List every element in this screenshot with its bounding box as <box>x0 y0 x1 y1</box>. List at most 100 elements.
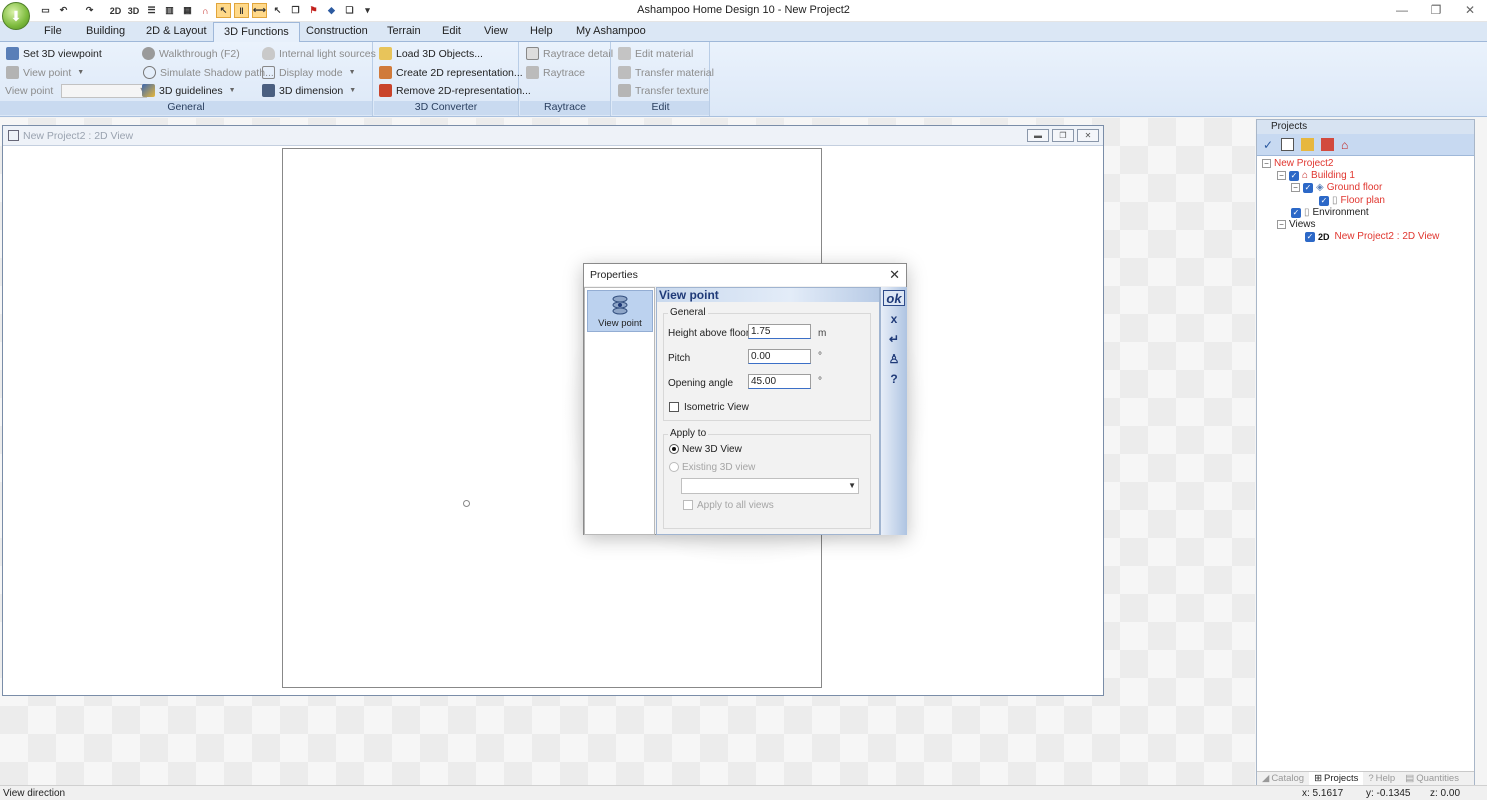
status-message: View direction <box>3 788 66 799</box>
tree-views[interactable]: − Views <box>1277 219 1316 230</box>
ok-button[interactable]: ok <box>883 290 905 306</box>
edit-material-button[interactable]: Edit material <box>618 47 693 60</box>
new-3d-view-radio[interactable] <box>669 444 679 454</box>
pitch-input[interactable]: 0.00 <box>748 349 811 364</box>
tree-floor[interactable]: − ✓ ◈ Ground floor <box>1291 182 1382 193</box>
existing-view-select[interactable]: ▼ <box>681 478 859 494</box>
minimize-icon[interactable]: — <box>1385 0 1419 20</box>
3d-guidelines-button[interactable]: 3D guidelines ▼ <box>142 84 236 97</box>
doc-close-icon[interactable]: ✕ <box>1077 129 1099 142</box>
document-icon <box>8 130 19 141</box>
group-label-raytrace: Raytrace <box>520 101 610 115</box>
ribbon-group-general: Set 3D viewpoint View point ▼ View point … <box>0 42 376 116</box>
tab-help-panel[interactable]: ? Help <box>1363 772 1400 785</box>
tab-edit[interactable]: Edit <box>438 25 465 37</box>
tab-view[interactable]: View <box>480 25 512 37</box>
apply-all-checkbox[interactable] <box>683 500 693 510</box>
dialog-category-list: View point <box>584 287 655 535</box>
window-title: Ashampoo Home Design 10 - New Project2 <box>637 4 850 16</box>
apply-enter-icon[interactable]: ↵ <box>883 331 905 347</box>
tab-projects[interactable]: ⊞ Projects <box>1309 772 1364 785</box>
tree-project[interactable]: − New Project2 <box>1262 158 1333 169</box>
view-point-select[interactable]: ▾ <box>61 84 148 98</box>
dialog-heading: View point <box>657 288 879 302</box>
tab-2d-layout[interactable]: 2D & Layout <box>142 25 211 37</box>
3d-dimension-button[interactable]: 3D dimension ▼ <box>262 84 356 97</box>
tab-building[interactable]: Building <box>82 25 129 37</box>
height-input[interactable]: 1.75 <box>748 324 811 339</box>
collapse-icon[interactable]: − <box>1277 220 1286 229</box>
collapse-icon[interactable]: − <box>1262 159 1271 168</box>
checkbox-checked-icon[interactable]: ✓ <box>1319 195 1329 206</box>
existing-3d-view-radio[interactable] <box>669 462 679 472</box>
clock-icon <box>143 66 156 79</box>
delete-icon[interactable] <box>1321 138 1334 151</box>
panel-title: Projects <box>1257 120 1474 134</box>
load-3d-objects-button[interactable]: Load 3D Objects... <box>379 47 483 60</box>
isometric-label: Isometric View <box>684 402 749 413</box>
folder-add-icon[interactable] <box>1301 138 1314 151</box>
walkthrough-button[interactable]: Walkthrough (F2) <box>142 47 240 60</box>
restore-icon[interactable]: ❐ <box>1419 0 1453 20</box>
help-question-icon[interactable]: ? <box>883 371 905 387</box>
tree-view-2d[interactable]: ✓ 2D New Project2 : 2D View <box>1305 231 1439 242</box>
collapse-icon[interactable]: − <box>1277 171 1286 180</box>
collapse-icon[interactable]: − <box>1291 183 1300 192</box>
document-window-controls: ▬ ❐ ✕ <box>1027 129 1099 142</box>
create-2d-representation-button[interactable]: Create 2D representation... <box>379 66 523 79</box>
transfer-material-button[interactable]: Transfer material <box>618 66 714 79</box>
set-3d-viewpoint-button[interactable]: Set 3D viewpoint <box>6 47 102 60</box>
panel-tabs: ◢ Catalog ⊞ Projects ? Help ▤ Quantities <box>1257 771 1474 785</box>
window-controls: — ❐ ✕ <box>1385 0 1487 20</box>
tree-environment[interactable]: ✓ ▯ Environment <box>1291 207 1369 218</box>
raytrace-detail-button[interactable]: Raytrace detail <box>526 47 613 60</box>
checkbox-checked-icon[interactable]: ✓ <box>1291 207 1301 218</box>
projects-panel-title: Projects <box>1271 121 1308 132</box>
tab-catalog[interactable]: ◢ Catalog <box>1257 772 1309 785</box>
material-icon <box>618 47 631 60</box>
view-2d-icon: 2D <box>1318 231 1330 242</box>
app-menu-button[interactable]: ⬇ <box>2 2 30 30</box>
house-icon[interactable]: ⌂ <box>1341 138 1354 152</box>
category-view-point[interactable]: View point <box>587 290 653 332</box>
close-icon[interactable]: ✕ <box>1453 0 1487 20</box>
doc-restore-icon[interactable]: ❐ <box>1052 129 1074 142</box>
tree-floor-plan[interactable]: ✓ ▯ Floor plan <box>1319 195 1385 206</box>
cursor-marker-icon <box>463 500 470 507</box>
tab-construction[interactable]: Construction <box>302 25 372 37</box>
internal-light-button[interactable]: Internal light sources <box>262 47 376 60</box>
projects-icon: ⊞ <box>1314 773 1323 784</box>
tab-3d-functions[interactable]: 3D Functions <box>213 22 300 43</box>
checkbox-checked-icon[interactable]: ✓ <box>1303 182 1313 193</box>
remove-2d-representation-button[interactable]: Remove 2D-representation... <box>379 84 531 97</box>
transfer-texture-icon <box>618 84 631 97</box>
tab-quantities[interactable]: ▤ Quantities <box>1400 772 1464 785</box>
tab-help[interactable]: Help <box>526 25 557 37</box>
cancel-button[interactable]: x <box>883 311 905 327</box>
chevron-down-icon: ▼ <box>228 87 236 94</box>
properties-icon[interactable] <box>1281 138 1294 151</box>
checkmark-icon[interactable]: ✓ <box>1263 138 1276 152</box>
transfer-texture-button[interactable]: Transfer texture <box>618 84 709 97</box>
simulate-shadow-button[interactable]: Simulate Shadow path... <box>143 66 274 79</box>
document-title: New Project2 : 2D View <box>23 130 134 142</box>
tree-building[interactable]: − ✓ ⌂ Building 1 <box>1277 170 1355 181</box>
ribbon-group-edit: Edit material Transfer material Transfer… <box>612 42 714 116</box>
tab-file[interactable]: File <box>40 25 66 37</box>
display-mode-button[interactable]: Display mode ▼ <box>262 66 356 79</box>
doc-minimize-icon[interactable]: ▬ <box>1027 129 1049 142</box>
remove-2d-icon <box>379 84 392 97</box>
checkbox-checked-icon[interactable]: ✓ <box>1289 170 1299 181</box>
view-point-menu[interactable]: View point ▼ <box>6 66 84 79</box>
tab-terrain[interactable]: Terrain <box>383 25 425 37</box>
checkbox-checked-icon[interactable]: ✓ <box>1305 231 1315 242</box>
raytrace-button[interactable]: Raytrace <box>526 66 585 79</box>
properties-dialog: Properties ✕ View point View point Gener… <box>583 263 907 535</box>
opening-angle-input[interactable]: 45.00 <box>748 374 811 389</box>
apply-to-label: Apply to <box>668 428 709 439</box>
stamp-icon[interactable]: ♙ <box>883 351 905 367</box>
tab-my-ashampoo[interactable]: My Ashampoo <box>572 25 650 37</box>
dialog-close-icon[interactable]: ✕ <box>889 267 900 283</box>
status-z: z: 0.00 <box>1430 788 1461 799</box>
isometric-checkbox[interactable] <box>669 402 679 412</box>
